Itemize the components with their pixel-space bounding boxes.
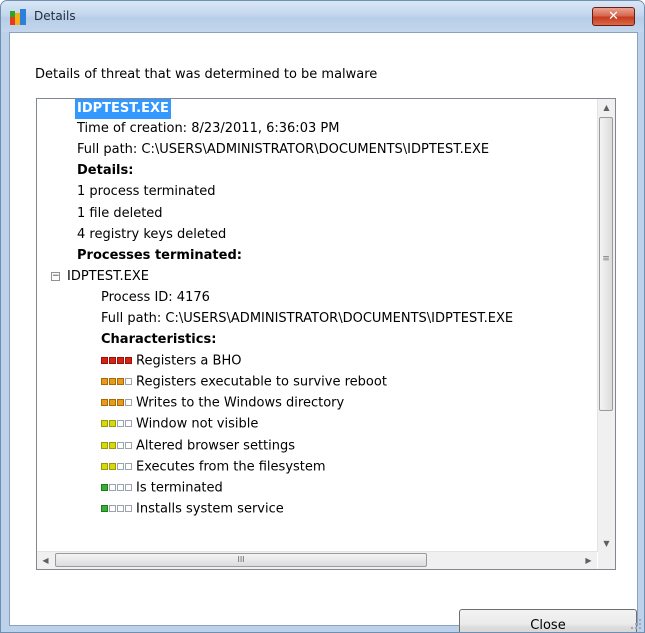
characteristic-label: Registers executable to survive reboot — [136, 374, 387, 390]
severity-indicator — [101, 351, 133, 371]
scroll-down-arrow-icon[interactable]: ▼ — [598, 535, 615, 552]
details-header: Details: — [77, 163, 134, 178]
collapse-icon[interactable]: − — [51, 272, 60, 281]
details-item: 4 registry keys deleted — [77, 227, 227, 242]
vertical-scrollbar[interactable]: ▲ ≡ ▼ — [597, 99, 615, 552]
severity-indicator — [101, 499, 133, 519]
characteristic-label: Registers a BHO — [136, 353, 242, 369]
characteristic-label: Window not visible — [136, 416, 259, 432]
scroll-up-arrow-icon[interactable]: ▲ — [598, 99, 615, 116]
characteristic-item: Registers executable to survive reboot — [101, 372, 387, 392]
details-dialog: Details ✕ Details of threat that was det… — [0, 0, 645, 633]
horizontal-scrollbar[interactable]: ◀ III ▶ — [37, 551, 597, 569]
characteristic-label: Is terminated — [136, 480, 223, 496]
severity-indicator — [101, 414, 133, 434]
tree-item-filename[interactable]: IDPTEST.EXE — [75, 99, 171, 119]
scroll-right-arrow-icon[interactable]: ▶ — [580, 552, 597, 569]
characteristic-label: Writes to the Windows directory — [136, 395, 345, 411]
grip-icon: ≡ — [602, 254, 610, 264]
process-full-path: Full path: C:\USERS\ADMINISTRATOR\DOCUME… — [101, 311, 514, 326]
vertical-scroll-thumb[interactable]: ≡ — [599, 117, 613, 411]
scrollbar-corner — [598, 552, 615, 569]
resize-grip-icon[interactable] — [631, 619, 641, 629]
threat-details-tree[interactable]: IDPTEST.EXE Time of creation: 8/23/2011,… — [36, 98, 616, 570]
dialog-heading: Details of threat that was determined to… — [35, 67, 378, 82]
time-of-creation: Time of creation: 8/23/2011, 6:36:03 PM — [77, 121, 340, 136]
scroll-left-arrow-icon[interactable]: ◀ — [37, 552, 54, 569]
severity-indicator — [101, 457, 133, 477]
window-close-button[interactable]: ✕ — [592, 7, 635, 26]
characteristic-item: Executes from the filesystem — [101, 457, 326, 477]
dialog-body: Details of threat that was determined to… — [9, 32, 638, 632]
process-node[interactable]: − IDPTEST.EXE — [51, 267, 149, 287]
characteristic-label: Altered browser settings — [136, 438, 296, 454]
file-full-path: Full path: C:\USERS\ADMINISTRATOR\DOCUME… — [77, 142, 490, 157]
characteristic-item: Writes to the Windows directory — [101, 393, 344, 413]
characteristic-item: Is terminated — [101, 478, 223, 498]
window-title: Details — [34, 9, 76, 23]
characteristics-header: Characteristics: — [101, 332, 217, 347]
details-item: 1 process terminated — [77, 184, 216, 199]
characteristic-item: Window not visible — [101, 414, 258, 434]
characteristic-item: Registers a BHO — [101, 351, 241, 371]
severity-indicator — [101, 393, 133, 413]
characteristic-item: Altered browser settings — [101, 436, 295, 456]
avg-logo-icon — [10, 9, 26, 25]
process-name: IDPTEST.EXE — [67, 269, 149, 284]
processes-header: Processes terminated: — [77, 248, 242, 263]
severity-indicator — [101, 372, 133, 392]
severity-indicator — [101, 478, 133, 498]
characteristic-label: Installs system service — [136, 501, 284, 517]
process-id: Process ID: 4176 — [101, 290, 210, 305]
horizontal-scroll-thumb[interactable]: III — [55, 553, 427, 567]
characteristic-label: Executes from the filesystem — [136, 459, 326, 475]
details-item: 1 file deleted — [77, 206, 163, 221]
title-bar[interactable]: Details ✕ — [1, 1, 644, 32]
characteristic-item: Installs system service — [101, 499, 284, 519]
close-button[interactable]: Close — [459, 609, 637, 632]
severity-indicator — [101, 436, 133, 456]
